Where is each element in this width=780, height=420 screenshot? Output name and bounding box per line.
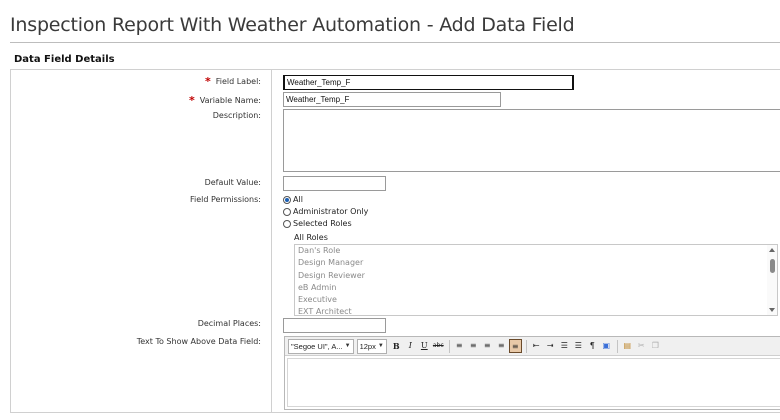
permission-option-all[interactable]: All [283,195,303,204]
role-item[interactable]: Design Reviewer [295,270,777,282]
label-column: * Field Label: * Variable Name: Descriptio… [11,70,272,412]
editor-toolbar: "Segoe UI", A... ▼ 12px ▼ B I U abc ≡ ≡ ≡ … [285,337,780,356]
role-item[interactable]: eB Admin [295,282,777,294]
align-justify-icon[interactable]: ≡ [495,339,508,353]
cut-icon[interactable]: ✂ [635,339,648,353]
field-permissions-label: Field Permissions: [189,195,261,204]
align-center-icon[interactable]: ≡ [467,339,480,353]
required-marker: * [189,94,195,107]
title-divider [10,42,780,43]
radio-button[interactable] [283,195,291,204]
font-family-select[interactable]: "Segoe UI", A... ▼ [288,338,354,354]
italic-button[interactable]: I [404,339,417,353]
align-full-icon[interactable]: ≡ [508,339,522,353]
scroll-down-icon[interactable] [769,308,775,312]
field-label-input[interactable]: Weather_Temp_F [283,75,574,90]
paste-icon[interactable]: ▤ [621,339,634,353]
decimal-places-input[interactable] [283,318,386,333]
scroll-thumb[interactable] [770,259,775,273]
role-item[interactable]: EXT Architect [295,306,777,315]
permission-option-admin-only[interactable]: Administrator Only [283,207,368,216]
scroll-up-icon[interactable] [769,248,775,252]
roles-caption: All Roles [294,233,328,242]
section-title: Data Field Details [14,54,115,65]
align-left-icon[interactable]: ≡ [453,339,466,353]
toolbar-separator [448,339,450,353]
variable-name-input[interactable]: Weather_Temp_F [283,92,501,107]
role-item[interactable]: Executive [295,294,777,306]
permission-option-selected-roles[interactable]: Selected Roles [283,219,352,228]
description-textarea[interactable] [283,109,780,172]
roles-scrollbar[interactable] [767,245,777,315]
editor-content-area[interactable] [287,358,780,407]
field-label-label: * Field Label: [204,75,261,88]
align-right-icon[interactable]: ≡ [481,339,494,353]
decimal-places-label: Decimal Places: [197,319,261,328]
description-label: Description: [212,111,261,120]
default-value-label: Default Value: [204,178,261,187]
chevron-down-icon: ▼ [377,342,384,349]
page-title: Inspection Report With Weather Automatio… [10,14,575,36]
outdent-icon[interactable]: ⇤ [530,339,543,353]
bullet-list-icon[interactable]: ☰ [572,339,585,353]
text-above-label: Text To Show Above Data Field: [136,337,261,346]
role-item[interactable]: Dan's Role [295,245,777,257]
font-size-select[interactable]: 12px ▼ [356,338,387,354]
roles-listbox[interactable]: Dan's Role Design Manager Design Reviewe… [294,244,778,316]
toolbar-separator [616,339,618,353]
underline-button[interactable]: U [418,339,431,353]
radio-button[interactable] [283,219,291,228]
data-field-form: * Field Label: * Variable Name: Descriptio… [10,69,780,413]
paragraph-icon[interactable]: ¶ [586,339,599,353]
toolbar-separator [525,339,527,353]
ordered-list-icon[interactable]: ☰ [558,339,571,353]
default-value-input[interactable] [283,176,386,191]
bold-button[interactable]: B [390,339,403,353]
rich-text-editor: "Segoe UI", A... ▼ 12px ▼ B I U abc ≡ ≡ ≡ … [284,336,780,410]
insert-icon[interactable]: ▣ [600,339,613,353]
variable-name-label: * Variable Name: [189,94,261,107]
copy-icon[interactable]: ❐ [649,339,662,353]
chevron-down-icon: ▼ [344,342,351,349]
role-item[interactable]: Design Manager [295,257,777,269]
required-marker: * [204,75,211,88]
indent-icon[interactable]: ⇥ [544,339,557,353]
radio-button[interactable] [283,207,291,216]
strikethrough-button[interactable]: abc [432,339,445,353]
